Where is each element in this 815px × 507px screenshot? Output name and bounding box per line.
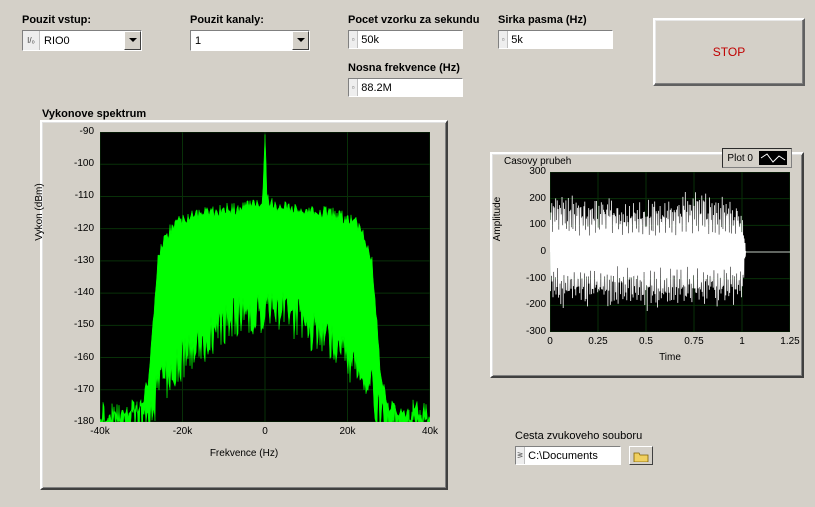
spectrum-xlabel: Frekvence (Hz) — [42, 448, 446, 459]
ytick: -100 — [512, 273, 546, 284]
waveform-plot-area — [550, 172, 790, 332]
ytick: -90 — [60, 126, 94, 137]
xtick: 0.5 — [632, 336, 660, 347]
chevron-down-icon[interactable] — [124, 31, 141, 50]
xtick: 20k — [333, 426, 363, 437]
ytick: -140 — [60, 287, 94, 298]
carrier-input[interactable] — [358, 79, 462, 96]
xtick: 40k — [415, 426, 445, 437]
input-label: Pouzit vstup: — [22, 14, 152, 26]
filepath-field[interactable]: ᕒ — [515, 446, 621, 465]
channels-value: 1 — [191, 35, 292, 47]
ytick: -130 — [60, 255, 94, 266]
waveform-graph: Plot 0 Casovy prubeh -300-200-1000100200… — [490, 152, 804, 378]
ytick: -100 — [60, 158, 94, 169]
xtick: 0 — [536, 336, 564, 347]
spectrum-graph: -180-170-160-150-140-130-120-110-100-90 … — [40, 120, 448, 490]
folder-icon — [633, 450, 649, 462]
ytick: -150 — [60, 319, 94, 330]
xtick: 1.25 — [776, 336, 804, 347]
filepath-input[interactable] — [525, 447, 620, 464]
spectrum-ylabel: Vykon (dBm) — [34, 152, 45, 272]
channels-dropdown[interactable]: 1 — [190, 30, 310, 51]
filepath-label: Cesta zvukoveho souboru — [515, 430, 653, 442]
samples-label: Pocet vzorku za sekundu — [348, 14, 498, 26]
ytick: -110 — [60, 190, 94, 201]
ytick: -160 — [60, 352, 94, 363]
stop-button-label: STOP — [713, 45, 745, 59]
xtick: 0 — [250, 426, 280, 437]
input-value: RIO0 — [40, 35, 124, 47]
waveform-legend[interactable]: Plot 0 — [722, 148, 792, 168]
chevron-down-icon[interactable] — [292, 31, 309, 50]
spin-icon[interactable]: ▫ — [349, 31, 358, 48]
spectrum-plot-area — [100, 132, 430, 422]
spin-icon[interactable]: ▫ — [349, 79, 358, 96]
ytick: 0 — [512, 246, 546, 257]
legend-swatch — [759, 151, 787, 165]
samples-field[interactable]: ▫ — [348, 30, 463, 49]
ytick: -170 — [60, 384, 94, 395]
xtick: -40k — [85, 426, 115, 437]
xtick: -20k — [168, 426, 198, 437]
carrier-label: Nosna frekvence (Hz) — [348, 62, 498, 74]
carrier-field[interactable]: ▫ — [348, 78, 463, 97]
bandwidth-field[interactable]: ▫ — [498, 30, 613, 49]
spectrum-title: Vykonove spektrum — [42, 108, 146, 120]
samples-input[interactable] — [358, 31, 462, 48]
ytick: -200 — [512, 299, 546, 310]
xtick: 0.25 — [584, 336, 612, 347]
bandwidth-input[interactable] — [508, 31, 612, 48]
bandwidth-label: Sirka pasma (Hz) — [498, 14, 628, 26]
ytick: 200 — [512, 193, 546, 204]
waveform-ylabel: Amplitude — [492, 174, 503, 264]
waveform-xlabel: Time — [550, 352, 790, 363]
legend-label: Plot 0 — [727, 153, 753, 164]
path-icon: ᕒ — [516, 447, 525, 464]
channels-label: Pouzit kanaly: — [190, 14, 320, 26]
ytick: -120 — [60, 223, 94, 234]
spin-icon[interactable]: ▫ — [499, 31, 508, 48]
xtick: 1 — [728, 336, 756, 347]
stop-button[interactable]: STOP — [653, 18, 805, 86]
browse-button[interactable] — [629, 446, 653, 465]
input-dropdown[interactable]: I/₀ RIO0 — [22, 30, 142, 51]
io-icon: I/₀ — [23, 31, 40, 50]
ytick: 300 — [512, 166, 546, 177]
xtick: 0.75 — [680, 336, 708, 347]
ytick: 100 — [512, 219, 546, 230]
